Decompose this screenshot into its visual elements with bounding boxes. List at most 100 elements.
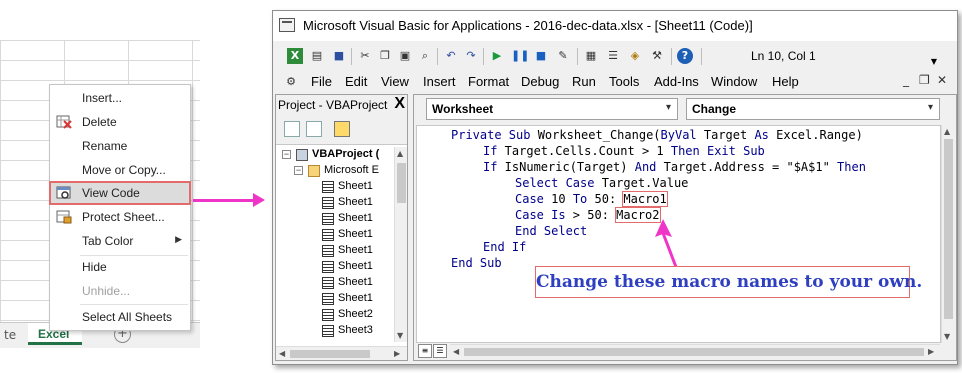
scrollbar-thumb[interactable]: [290, 350, 370, 358]
project-pane-close-button[interactable]: X: [394, 95, 405, 113]
minimize-icon[interactable]: _: [903, 73, 909, 87]
code-line: Case 10 To 50: Macro1: [515, 191, 668, 208]
project-pane-toolbar: [276, 115, 407, 145]
undo-icon[interactable]: ↶: [443, 48, 459, 64]
collapse-icon[interactable]: −: [294, 166, 303, 175]
code-vertical-scrollbar[interactable]: ▲ ▼: [941, 125, 954, 343]
menu-item-label: Move or Copy...: [82, 163, 166, 177]
scroll-down-icon[interactable]: ▼: [397, 331, 403, 340]
copy-icon[interactable]: ❐: [377, 48, 393, 64]
menu-item-label: Protect Sheet...: [82, 210, 165, 224]
project-tree-vertical-scrollbar[interactable]: ▲ ▼: [394, 147, 407, 342]
menu-item-hide[interactable]: Hide: [50, 256, 190, 278]
menu-item-rename[interactable]: Rename: [50, 135, 190, 157]
menu-item-insert[interactable]: Insert...: [50, 87, 190, 109]
restore-icon[interactable]: ❐: [919, 73, 930, 87]
menu-help[interactable]: Help: [772, 74, 799, 89]
tree-node-sheet[interactable]: Sheet1: [276, 211, 394, 227]
menu-run[interactable]: Run: [572, 74, 596, 89]
run-icon[interactable]: ▶: [489, 48, 505, 64]
tree-node-sheet[interactable]: Sheet1: [276, 259, 394, 275]
worksheet-icon: [322, 293, 334, 305]
code-line: If IsNumeric(Target) And Target.Address …: [483, 160, 866, 176]
menu-item-view-code[interactable]: View Code: [49, 181, 191, 205]
code-keyword: Case: [515, 192, 544, 206]
design-mode-icon[interactable]: ✎: [555, 48, 571, 64]
close-icon[interactable]: ✕: [937, 73, 947, 87]
tree-node-sheet[interactable]: Sheet1: [276, 227, 394, 243]
tree-node-sheet[interactable]: Sheet1: [276, 275, 394, 291]
reset-icon[interactable]: ■: [533, 48, 549, 64]
tree-node-sheet[interactable]: Sheet1: [276, 179, 394, 195]
toggle-folders-icon[interactable]: [334, 121, 350, 137]
chevron-down-icon[interactable]: ▾: [928, 102, 933, 113]
menu-file[interactable]: File: [311, 74, 332, 89]
break-icon[interactable]: ❚❚: [511, 48, 529, 64]
code-keyword: Private Sub: [451, 128, 531, 142]
scroll-left-icon[interactable]: ◀: [279, 349, 285, 358]
project-tree-horizontal-scrollbar[interactable]: ◀ ▶: [276, 346, 407, 360]
toolbar-separator: [671, 48, 672, 65]
procedure-combo[interactable]: Change ▾: [686, 98, 940, 120]
view-object-icon[interactable]: [306, 121, 322, 137]
menu-tools[interactable]: Tools: [609, 74, 639, 89]
tree-node-sheet[interactable]: Sheet1: [276, 291, 394, 307]
scrollbar-thumb[interactable]: [397, 163, 406, 203]
scroll-right-icon[interactable]: ▶: [394, 349, 400, 358]
tree-node-sheet[interactable]: Sheet1: [276, 195, 394, 211]
scrollbar-thumb[interactable]: [464, 348, 924, 356]
menu-insert[interactable]: Insert: [423, 74, 456, 89]
procedure-view-icon[interactable]: ≡: [418, 344, 432, 358]
title-bar[interactable]: Microsoft Visual Basic for Applications …: [273, 11, 957, 41]
excel-view-icon[interactable]: X: [287, 48, 303, 64]
code-horizontal-scrollbar[interactable]: ◀ ▶: [450, 344, 940, 358]
tree-node-sheet[interactable]: Sheet1: [276, 243, 394, 259]
tree-node-label: Sheet1: [338, 260, 373, 272]
toolbar-options-icon[interactable]: ▼: [931, 57, 937, 66]
tree-node-vbaproject[interactable]: − VBAProject (: [276, 147, 394, 163]
toolbox-icon[interactable]: ⚒: [649, 48, 665, 64]
tree-node-excel-objects[interactable]: − Microsoft E: [276, 163, 394, 179]
vba-window-icon[interactable]: ⚙: [283, 74, 299, 90]
cut-icon[interactable]: ✂: [357, 48, 373, 64]
menu-item-delete[interactable]: Delete: [50, 111, 190, 133]
help-icon[interactable]: ?: [677, 48, 693, 64]
scroll-up-icon[interactable]: ▲: [944, 127, 950, 136]
scroll-right-icon[interactable]: ▶: [928, 347, 934, 356]
scroll-left-icon[interactable]: ◀: [453, 347, 459, 356]
menu-add-ins[interactable]: Add-Ins: [654, 74, 699, 89]
scrollbar-thumb[interactable]: [944, 139, 953, 319]
menu-view[interactable]: View: [381, 74, 409, 89]
menu-item-tab-color[interactable]: Tab Color ▶: [50, 230, 190, 252]
code-keyword: Then: [837, 160, 866, 174]
full-module-view-icon[interactable]: ☰: [433, 344, 447, 358]
redo-icon[interactable]: ↷: [463, 48, 479, 64]
paste-icon[interactable]: ▣: [397, 48, 413, 64]
find-icon[interactable]: ⌕: [417, 48, 433, 64]
chevron-down-icon[interactable]: ▾: [666, 102, 671, 113]
scroll-up-icon[interactable]: ▲: [397, 149, 403, 158]
menu-item-select-all-sheets[interactable]: Select All Sheets: [50, 306, 190, 328]
menu-item-protect-sheet[interactable]: Protect Sheet...: [50, 206, 190, 228]
tree-node-sheet[interactable]: Sheet2: [276, 307, 394, 323]
menu-format[interactable]: Format: [468, 74, 509, 89]
tree-node-sheet[interactable]: Sheet3: [276, 323, 394, 339]
insert-userform-icon[interactable]: ▤: [309, 48, 325, 64]
menu-debug[interactable]: Debug: [521, 74, 559, 89]
scroll-down-icon[interactable]: ▼: [944, 332, 950, 341]
vba-app-icon: [279, 18, 295, 32]
properties-icon[interactable]: ☰: [605, 48, 621, 64]
view-code-icon[interactable]: [284, 121, 300, 137]
menu-edit[interactable]: Edit: [345, 74, 367, 89]
sheet-tab-partial[interactable]: te: [4, 328, 16, 342]
object-browser-icon[interactable]: ◈: [627, 48, 643, 64]
menu-window[interactable]: Window: [711, 74, 757, 89]
object-combo[interactable]: Worksheet ▾: [426, 98, 678, 120]
project-explorer-icon[interactable]: ▦: [583, 48, 599, 64]
delete-sheet-icon: [56, 115, 72, 129]
collapse-icon[interactable]: −: [282, 150, 291, 159]
menu-item-move-copy[interactable]: Move or Copy...: [50, 159, 190, 181]
code-keyword: End Sub: [451, 256, 502, 270]
worksheet-icon: [322, 197, 334, 209]
save-icon[interactable]: ■: [331, 48, 347, 64]
